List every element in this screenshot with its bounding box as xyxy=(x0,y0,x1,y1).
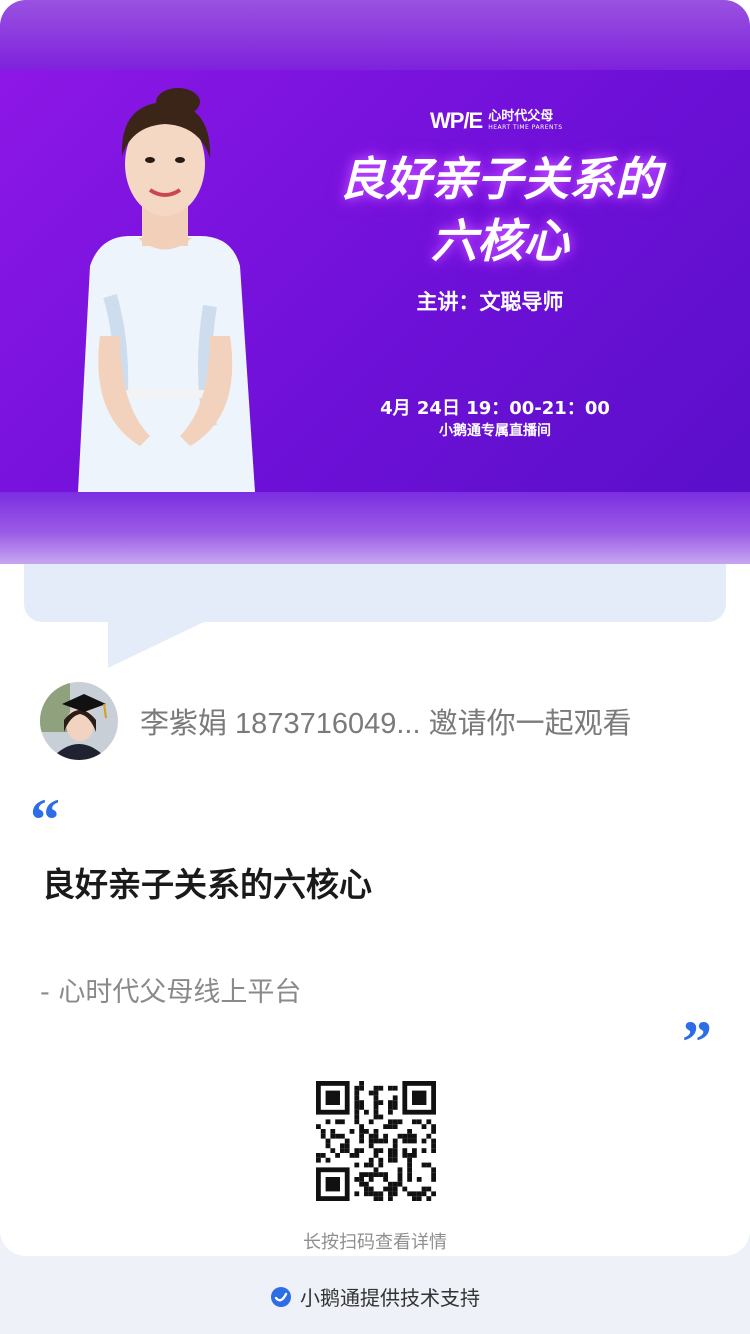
avatar xyxy=(40,682,118,760)
banner-title-line1: 良好亲子关系的 xyxy=(339,152,661,206)
logo-text: 心时代父母 HEART TIME PARENTS xyxy=(488,110,562,132)
footer-text: 小鹅通提供技术支持 xyxy=(300,1286,480,1310)
footer: 小鹅通提供技术支持 xyxy=(0,1282,750,1311)
course-source: - 心时代父母线上平台 xyxy=(40,977,302,1008)
close-quote-icon: ” xyxy=(682,1009,712,1075)
logo-mark: WP/E xyxy=(430,108,483,133)
qr-hint: 长按扫码查看详情 xyxy=(303,1232,447,1253)
banner-speaker: 主讲：文聪导师 xyxy=(416,290,564,314)
invite-text: 李紫娟 1873716049... 邀请你一起观看 xyxy=(140,708,632,740)
banner-datetime: 4月 24日 19：00-21：00 xyxy=(380,398,610,419)
speech-bubble xyxy=(24,564,726,622)
open-quote-icon: “ xyxy=(30,787,60,853)
banner-fade xyxy=(0,492,750,564)
course-title: 良好亲子关系的六核心 xyxy=(42,865,372,904)
share-card: WP/E 心时代父母 HEART TIME PARENTS 良好亲子关系的 六核… xyxy=(0,0,750,1256)
brand-logo: WP/E 心时代父母 HEART TIME PARENTS xyxy=(430,108,563,134)
lecturer-photo xyxy=(78,88,255,492)
logo-en: HEART TIME PARENTS xyxy=(488,124,563,131)
inviter-row: 李紫娟 1873716049... 邀请你一起观看 xyxy=(40,682,632,760)
course-banner: WP/E 心时代父母 HEART TIME PARENTS 良好亲子关系的 六核… xyxy=(0,70,750,492)
banner-room: 小鹅通专属直播间 xyxy=(439,423,551,439)
avatar-image xyxy=(40,682,118,760)
logo-cn: 心时代父母 xyxy=(488,109,554,124)
qr-code[interactable] xyxy=(316,1081,436,1201)
banner-title: 良好亲子关系的 六核心 xyxy=(280,148,720,272)
banner-title-line2: 六核心 xyxy=(431,214,569,268)
xiaoetong-logo-icon xyxy=(271,1286,291,1307)
speech-bubble-tail xyxy=(108,620,208,668)
card-top-band xyxy=(0,0,750,80)
